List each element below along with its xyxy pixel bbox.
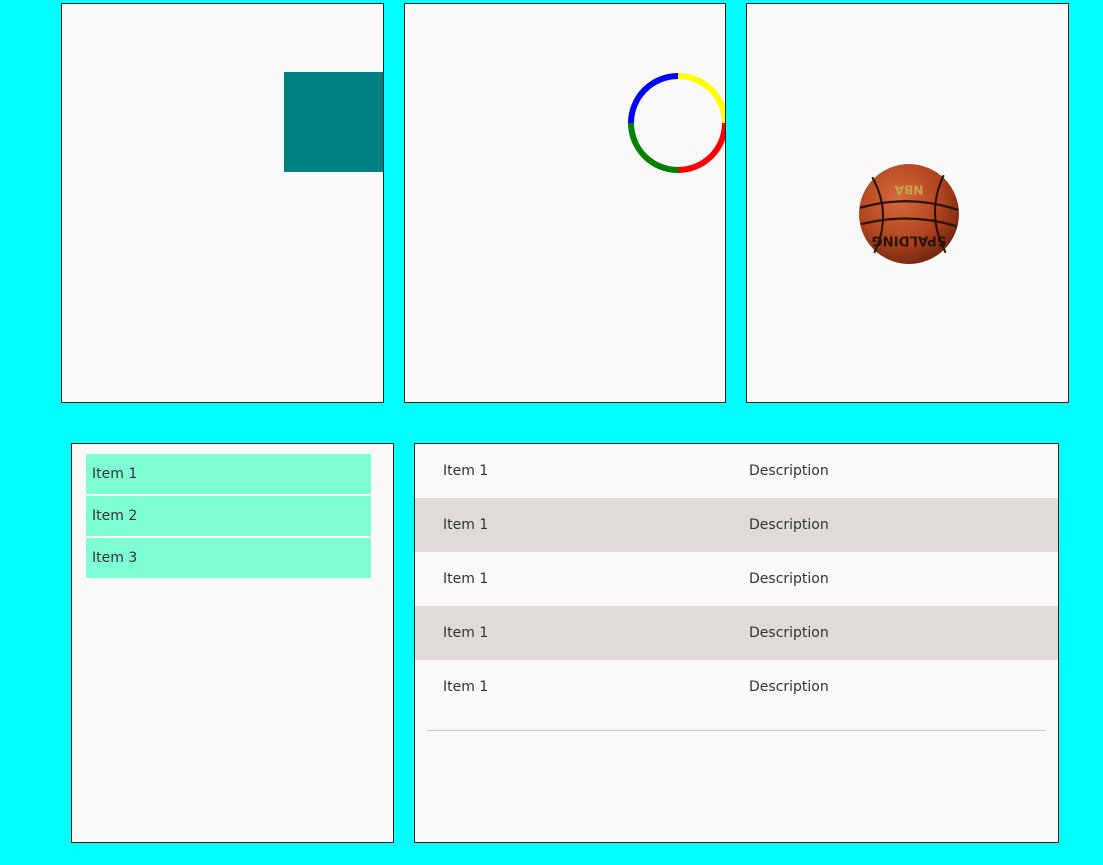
table-cell-item: Item 1 [443,679,489,695]
table-cell-description: Description [749,679,829,695]
table-cell-description: Description [749,463,829,479]
ring-segment-green [628,122,679,173]
list-item-3[interactable]: Item 3 [86,538,371,578]
panel-teal-square [61,3,384,403]
ring-segment-blue [628,73,679,124]
ring-segment-yellow [677,73,725,124]
table-divider [427,730,1046,731]
table-row[interactable]: Item 1 Description [415,498,1058,552]
item-list: Item 1 Item 2 Item 3 [86,454,371,580]
table-row[interactable]: Item 1 Description [415,444,1058,498]
color-ring-icon [628,73,725,173]
list-item-2[interactable]: Item 2 [86,496,371,536]
panel-table: Item 1 Description Item 1 Description It… [414,443,1059,843]
table-cell-description: Description [749,625,829,641]
panel-ring [404,3,726,403]
table-cell-description: Description [749,571,829,587]
table-cell-item: Item 1 [443,571,489,587]
panel-list: Item 1 Item 2 Item 3 [71,443,394,843]
ring-segment-red [677,122,725,173]
ball-league-text: NBA [894,182,924,196]
table-cell-description: Description [749,517,829,533]
table-cell-item: Item 1 [443,463,489,479]
table-cell-item: Item 1 [443,517,489,533]
table-row[interactable]: Item 1 Description [415,660,1058,714]
basketball-icon: NBA SPALDING [859,164,959,264]
table-row[interactable]: Item 1 Description [415,552,1058,606]
ball-brand-text: SPALDING [872,232,947,247]
table-row[interactable]: Item 1 Description [415,606,1058,660]
panel-basketball: NBA SPALDING [746,3,1069,403]
list-item-1[interactable]: Item 1 [86,454,371,494]
item-table: Item 1 Description Item 1 Description It… [415,444,1058,714]
table-cell-item: Item 1 [443,625,489,641]
teal-square [284,72,383,172]
